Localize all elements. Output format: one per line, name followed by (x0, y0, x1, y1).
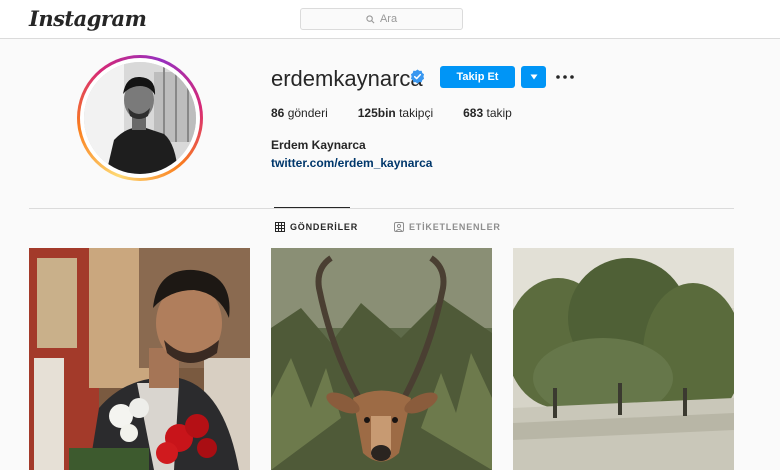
more-options-button[interactable] (555, 66, 575, 88)
tab-posts-label: GÖNDERİLER (290, 222, 359, 232)
profile-full-name: Erdem Kaynarca (271, 138, 366, 152)
search-placeholder: Ara (379, 13, 398, 25)
following-stat[interactable]: 683 takip (463, 106, 512, 120)
more-options-icon (556, 75, 574, 79)
post-image-antelope (271, 248, 492, 470)
instagram-logo[interactable]: Instagram (29, 6, 147, 31)
profile-external-link[interactable]: twitter.com/erdem_kaynarca (271, 156, 432, 170)
tab-posts[interactable]: GÖNDERİLER (275, 222, 358, 232)
tab-tagged[interactable]: ETİKETLENENLER (394, 222, 501, 232)
follow-button[interactable]: Takip Et (440, 66, 515, 88)
post-image-portrait (29, 248, 250, 470)
verified-badge-icon (410, 69, 425, 84)
followers-label: takipçi (399, 106, 434, 120)
grid-icon (275, 222, 285, 232)
tabs-divider (29, 208, 734, 209)
tab-tagged-label: ETİKETLENENLER (409, 222, 501, 232)
search-input[interactable]: Ara (300, 8, 463, 30)
followers-count: 125bin (357, 106, 396, 120)
avatar-photo (84, 62, 196, 174)
profile-avatar[interactable] (77, 55, 203, 181)
active-tab-indicator (274, 207, 350, 208)
post-image-trees (513, 248, 734, 470)
following-count: 683 (463, 106, 484, 120)
followers-stat[interactable]: 125bin takipçi (358, 106, 433, 120)
posts-label: gönderi (287, 106, 328, 120)
following-label: takip (486, 106, 512, 120)
profile-stats: 86 gönderi 125bin takipçi 683 takip (271, 106, 542, 120)
tagged-icon (394, 222, 404, 232)
posts-count: 86 (271, 106, 285, 120)
top-navigation-bar: Instagram Ara (0, 0, 780, 39)
post-thumbnail[interactable] (513, 248, 734, 470)
post-thumbnail[interactable] (29, 248, 250, 470)
post-thumbnail[interactable] (271, 248, 492, 470)
chevron-down-icon (530, 74, 537, 80)
profile-username: erdemkaynarca (271, 66, 423, 91)
suggestions-dropdown-button[interactable] (521, 66, 546, 88)
search-icon (366, 14, 375, 23)
posts-stat: 86 gönderi (271, 106, 328, 120)
